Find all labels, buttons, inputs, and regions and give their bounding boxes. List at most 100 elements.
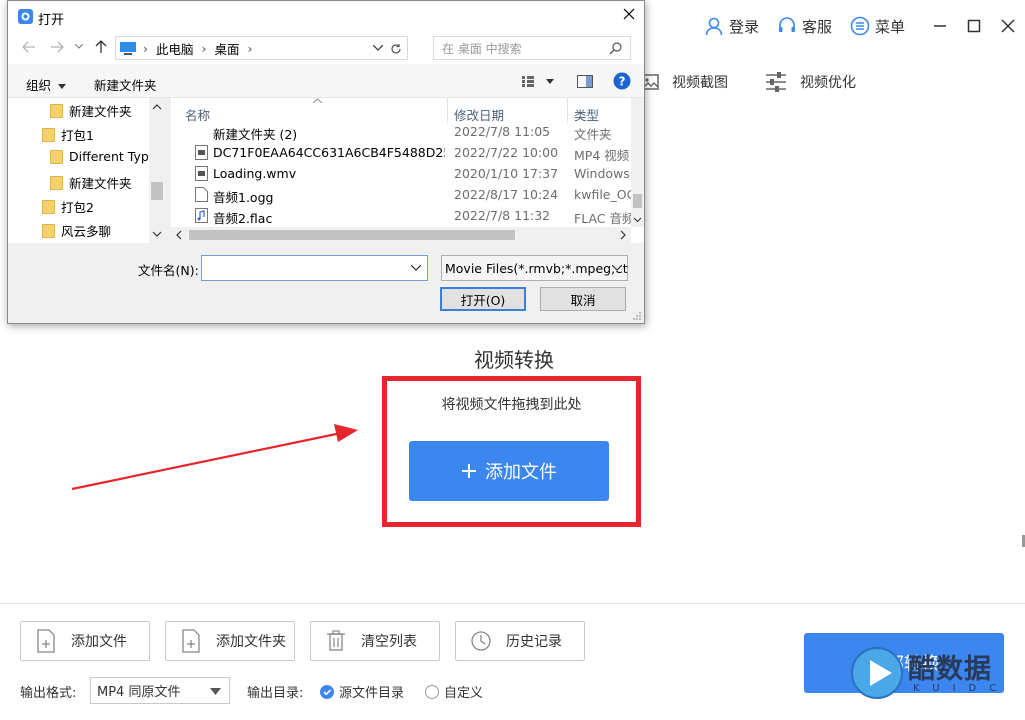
tree-item-label: Different Type xyxy=(69,149,157,164)
clear-list-button[interactable]: 清空列表 xyxy=(310,621,440,661)
organize-menu[interactable]: 组织 xyxy=(26,75,66,94)
chevron-down-icon xyxy=(612,265,622,271)
folder-add-icon xyxy=(182,629,200,653)
button-label: 添加文件 xyxy=(71,634,127,650)
audio-file-icon xyxy=(195,208,208,223)
chevron-down-icon xyxy=(210,688,221,695)
forward-icon[interactable] xyxy=(50,41,64,53)
breadcrumb-item[interactable]: 此电脑 xyxy=(156,39,194,58)
file-type-value: Movie Files(*.rmvb;*.mpeg,et xyxy=(445,260,628,276)
tree-item[interactable]: 打包2 xyxy=(42,197,94,216)
format-label: 输出格式: xyxy=(20,686,77,701)
chevron-down-icon xyxy=(152,231,162,237)
file-list-header: 名称 修改日期 类型 xyxy=(171,98,644,123)
drop-zone[interactable]: 将视频文件拖拽到此处 添加文件 xyxy=(382,376,641,527)
file-name: DC71F0EAA64CC631A6CB4F5488D25... xyxy=(213,145,445,160)
folder-icon xyxy=(42,223,55,238)
tree-item[interactable]: 新建文件夹 xyxy=(50,173,132,192)
folder-tree: 新建文件夹 打包1 Different Type 新建文件夹 打包2 风云多聊 xyxy=(8,98,165,243)
plus-icon xyxy=(462,464,476,478)
file-type: kwfile_OGG xyxy=(574,187,637,202)
view-icon[interactable] xyxy=(522,76,554,87)
search-input[interactable]: 在 桌面 中搜索 xyxy=(433,36,631,60)
dialog-title: 打开 xyxy=(38,13,65,28)
chevron-down-icon[interactable] xyxy=(75,44,83,49)
help-icon[interactable]: ? xyxy=(613,72,631,90)
chevron-down-icon xyxy=(633,217,642,223)
folder-icon xyxy=(50,103,63,118)
radio-custom-dir[interactable]: 自定义 xyxy=(425,682,483,701)
divider xyxy=(0,603,1025,604)
address-row: › 此电脑 › 桌面 › 在 桌面 中搜索 xyxy=(8,32,644,64)
drop-hint: 将视频文件拖拽到此处 xyxy=(441,397,582,413)
scrollbar-thumb[interactable] xyxy=(151,182,163,200)
scrollbar-thumb[interactable] xyxy=(189,230,515,240)
file-add-icon xyxy=(37,629,55,653)
cancel-button[interactable]: 取消 xyxy=(540,287,626,311)
tree-scrollbar[interactable] xyxy=(149,98,165,243)
preview-pane-icon[interactable] xyxy=(577,75,593,88)
tree-item[interactable]: Different Type xyxy=(50,149,156,164)
add-file-small-button[interactable]: 添加文件 xyxy=(20,621,150,661)
refresh-icon[interactable] xyxy=(390,43,402,55)
format-select[interactable]: MP4 同原文件 xyxy=(90,677,230,704)
file-row[interactable]: Loading.wmv 2020/1/10 17:37 Windows M xyxy=(171,163,637,184)
up-icon[interactable] xyxy=(95,40,107,54)
file-type: 文件夹 xyxy=(574,127,612,142)
back-icon[interactable] xyxy=(22,41,36,53)
app-icon xyxy=(18,9,33,24)
tree-item[interactable]: 打包1 xyxy=(42,125,94,144)
file-row[interactable]: 音频2.flac 2022/7/8 11:32 FLAC 音频 xyxy=(171,205,634,226)
filename-label: 文件名(N): xyxy=(138,263,199,278)
tree-item-label: 新建文件夹 xyxy=(69,176,132,191)
chevron-down-icon[interactable] xyxy=(411,265,421,271)
chevron-up-icon xyxy=(152,104,162,110)
file-date: 2022/7/8 11:32 xyxy=(454,208,551,223)
open-button[interactable]: 打开(O) xyxy=(440,287,526,311)
file-row[interactable]: 音频1.ogg 2022/8/17 10:24 kwfile_OGG xyxy=(171,184,637,205)
chevron-down-icon[interactable] xyxy=(373,45,383,51)
tree-item-label: 风云多聊 xyxy=(61,224,112,239)
folder-icon xyxy=(50,149,63,164)
file-list-hscrollbar[interactable] xyxy=(171,227,631,243)
file-list-scrollbar[interactable] xyxy=(631,98,644,227)
tree-item[interactable]: 风云多聊 xyxy=(42,221,111,240)
file-row[interactable]: 新建文件夹 (2) 2022/7/8 11:05 文件夹 xyxy=(171,121,631,142)
resize-grip-icon[interactable] xyxy=(632,311,642,321)
history-button[interactable]: 历史记录 xyxy=(455,621,585,661)
button-label: 清空列表 xyxy=(361,634,417,650)
video-file-icon xyxy=(195,145,208,160)
close-icon[interactable] xyxy=(622,7,636,21)
button-label: 添加文件夹 xyxy=(216,634,286,650)
radio-unchecked-icon xyxy=(425,684,439,699)
clock-icon xyxy=(471,631,491,651)
filename-input[interactable] xyxy=(201,255,428,281)
search-placeholder: 在 桌面 中搜索 xyxy=(442,41,522,56)
address-bar[interactable]: › 此电脑 › 桌面 › xyxy=(115,36,408,60)
file-name: 音频1.ogg xyxy=(213,190,274,205)
file-date: 2022/7/8 11:05 xyxy=(454,124,551,139)
radio-source-dir[interactable]: 源文件目录 xyxy=(320,682,404,701)
file-type: FLAC 音频 xyxy=(574,211,635,226)
page-title: 视频转换 xyxy=(474,348,554,372)
sort-up-icon xyxy=(313,98,322,103)
file-type: MP4 视频 xyxy=(574,148,630,163)
breadcrumb-item[interactable]: 桌面 xyxy=(215,39,240,58)
file-row[interactable]: DC71F0EAA64CC631A6CB4F5488D25... 2022/7/… xyxy=(171,142,631,163)
tree-item-label: 打包1 xyxy=(61,128,94,143)
file-type-select[interactable]: Movie Files(*.rmvb;*.mpeg,et xyxy=(441,255,628,281)
new-folder-button[interactable]: 新建文件夹 xyxy=(94,75,157,94)
file-name: 新建文件夹 (2) xyxy=(213,127,298,142)
tree-item[interactable]: 新建文件夹 xyxy=(50,101,132,120)
format-value: MP4 同原文件 xyxy=(97,685,181,700)
scrollbar-thumb[interactable] xyxy=(633,194,642,208)
folder-icon xyxy=(50,175,63,190)
add-file-button[interactable]: 添加文件 xyxy=(409,441,609,501)
open-file-dialog: 打开 › 此电脑 › 桌面 › 在 桌面 中搜索 组织 新建文件夹 ? 新建文件… xyxy=(7,0,645,324)
file-date: 2020/1/10 17:37 xyxy=(454,166,559,181)
watermark-logo: 酷数据 KUIDC xyxy=(850,645,1010,700)
chevron-down-icon xyxy=(58,84,66,89)
radio-label: 自定义 xyxy=(444,686,484,701)
add-folder-button[interactable]: 添加文件夹 xyxy=(165,621,295,661)
file-list: 名称 修改日期 类型 新建文件夹 (2) 2022/7/8 11:05 文件夹 … xyxy=(171,98,644,243)
